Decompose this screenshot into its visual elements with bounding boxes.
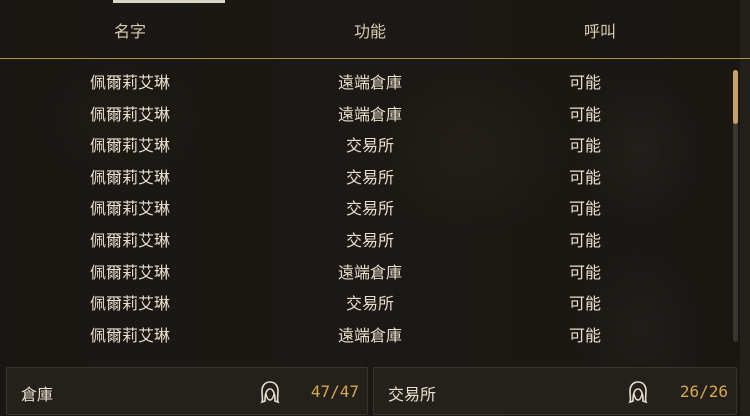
warehouse-label: 倉庫 [21, 385, 54, 404]
row-function: 遠端倉庫 [337, 262, 402, 282]
row-function: 遠端倉庫 [337, 325, 402, 345]
row-call: 可能 [568, 230, 601, 250]
table-row[interactable]: 佩爾莉艾琳 交易所 可能 [0, 159, 740, 191]
list-scrollbar[interactable] [733, 70, 738, 342]
row-function: 交易所 [345, 199, 394, 219]
maid-icon [259, 380, 281, 404]
row-function: 交易所 [345, 294, 394, 314]
row-name: 佩爾莉艾琳 [89, 136, 170, 156]
maid-icon [627, 380, 649, 404]
table-row[interactable]: 佩爾莉艾琳 遠端倉庫 可能 [0, 317, 740, 349]
maid-list: 佩爾莉艾琳 遠端倉庫 可能 佩爾莉艾琳 遠端倉庫 可能 佩爾莉艾琳 交易所 可能… [0, 64, 740, 348]
exchange-label: 交易所 [388, 385, 437, 404]
row-name: 佩爾莉艾琳 [89, 104, 170, 124]
row-function: 交易所 [345, 230, 394, 250]
row-call: 可能 [568, 136, 601, 156]
row-function: 遠端倉庫 [337, 104, 402, 124]
table-row[interactable]: 佩爾莉艾琳 遠端倉庫 可能 [0, 64, 740, 96]
table-row[interactable]: 佩爾莉艾琳 交易所 可能 [0, 127, 740, 159]
table-row[interactable]: 佩爾莉艾琳 交易所 可能 [0, 285, 740, 317]
warehouse-counter: 倉庫 47/47 [6, 367, 368, 415]
row-call: 可能 [568, 104, 601, 124]
row-name: 佩爾莉艾琳 [89, 325, 170, 345]
row-name: 佩爾莉艾琳 [89, 167, 170, 187]
table-row[interactable]: 佩爾莉艾琳 遠端倉庫 可能 [0, 254, 740, 286]
row-name: 佩爾莉艾琳 [89, 199, 170, 219]
row-function: 遠端倉庫 [337, 73, 402, 92]
row-name: 佩爾莉艾琳 [89, 230, 170, 250]
table-row[interactable]: 佩爾莉艾琳 交易所 可能 [0, 222, 740, 254]
scrollbar-thumb[interactable] [733, 70, 738, 124]
table-row[interactable]: 佩爾莉艾琳 遠端倉庫 可能 [0, 96, 740, 128]
header-name: 名字 [113, 22, 146, 41]
exchange-counter: 交易所 26/26 [373, 367, 737, 415]
header-function: 功能 [353, 22, 386, 41]
row-call: 可能 [568, 294, 601, 314]
row-call: 可能 [568, 262, 601, 282]
row-function: 交易所 [345, 167, 394, 187]
header-call: 呼叫 [583, 22, 616, 41]
row-call: 可能 [568, 325, 601, 345]
row-call: 可能 [568, 73, 601, 92]
warehouse-count: 47/47 [310, 382, 359, 401]
row-call: 可能 [568, 199, 601, 219]
row-name: 佩爾莉艾琳 [89, 294, 170, 314]
row-name: 佩爾莉艾琳 [89, 262, 170, 282]
row-call: 可能 [568, 167, 601, 187]
table-row[interactable]: 佩爾莉艾琳 交易所 可能 [0, 190, 740, 222]
row-name: 佩爾莉艾琳 [89, 73, 170, 92]
exchange-count: 26/26 [679, 382, 728, 401]
row-function: 交易所 [345, 136, 394, 156]
table-header: 名字 功能 呼叫 [0, 0, 750, 59]
